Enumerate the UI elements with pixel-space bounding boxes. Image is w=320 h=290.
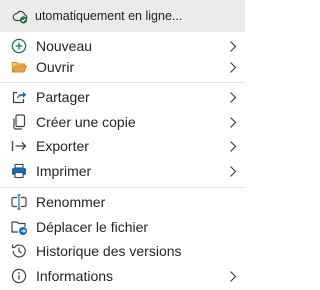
menu-item-label: Déplacer le fichier: [36, 219, 149, 235]
menu-item-label: Créer une copie: [36, 114, 136, 130]
plus-circle-icon: [10, 37, 28, 55]
autosave-status-row: utomatiquement en ligne...: [0, 0, 245, 32]
chevron-right-icon: [229, 116, 237, 129]
rename-icon: [10, 193, 28, 211]
menu-item-exporter[interactable]: Exporter: [0, 135, 245, 157]
menu-item-label: Historique des versions: [36, 243, 182, 259]
printer-icon: [10, 162, 28, 180]
file-menu: utomatiquement en ligne... Nouveau Ouvri…: [0, 0, 245, 290]
menu-item-label: Renommer: [36, 194, 106, 210]
menu-item-label: Imprimer: [36, 163, 92, 179]
menu-item-label: Informations: [36, 268, 114, 284]
menu-item-deplacer-le-fichier[interactable]: Déplacer le fichier: [0, 216, 245, 238]
chevron-right-icon: [229, 40, 237, 53]
chevron-right-icon: [229, 91, 237, 104]
menu-item-label: Exporter: [36, 138, 89, 154]
chevron-right-icon: [229, 270, 237, 283]
menu-item-creer-une-copie[interactable]: Créer une copie: [0, 111, 245, 133]
folder-open-icon: [10, 58, 28, 76]
share-icon: [10, 88, 28, 106]
menu-item-informations[interactable]: Informations: [0, 265, 245, 287]
menu-divider: [0, 82, 245, 83]
menu-item-historique-des-versions[interactable]: Historique des versions: [0, 240, 245, 262]
move-file-icon: [10, 218, 28, 236]
menu-item-label: Ouvrir: [36, 59, 75, 75]
chevron-right-icon: [229, 140, 237, 153]
export-icon: [10, 137, 28, 155]
info-icon: [10, 267, 28, 285]
chevron-right-icon: [229, 165, 237, 178]
menu-item-label: Partager: [36, 89, 90, 105]
menu-divider: [0, 187, 245, 188]
history-icon: [10, 242, 28, 260]
menu-item-imprimer[interactable]: Imprimer: [0, 160, 245, 182]
autosave-status-text: utomatiquement en ligne...: [35, 9, 183, 23]
copy-icon: [10, 113, 28, 131]
cloud-check-icon: [12, 8, 29, 25]
menu-item-renommer[interactable]: Renommer: [0, 191, 245, 213]
menu-item-nouveau[interactable]: Nouveau: [0, 35, 245, 57]
menu-item-ouvrir[interactable]: Ouvrir: [0, 56, 245, 78]
menu-item-partager[interactable]: Partager: [0, 86, 245, 108]
chevron-right-icon: [229, 61, 237, 74]
menu-item-label: Nouveau: [36, 38, 93, 54]
